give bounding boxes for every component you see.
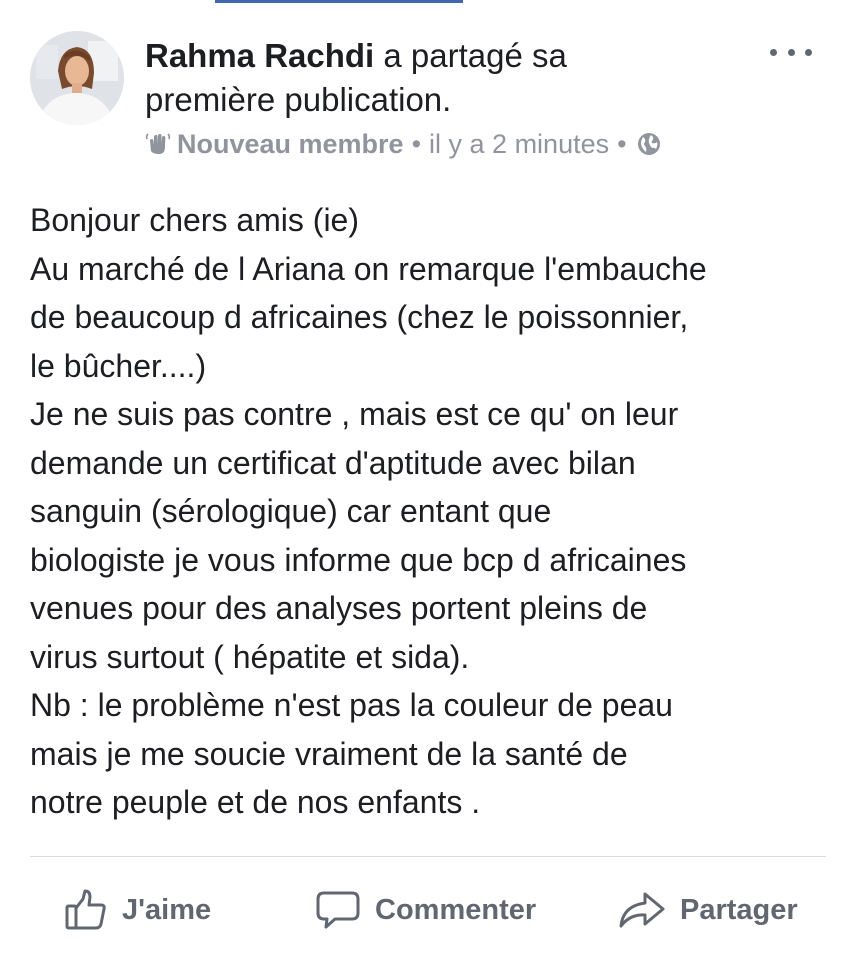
- author-name[interactable]: Rahma Rachdi: [145, 37, 374, 74]
- share-button[interactable]: Partager: [618, 880, 798, 940]
- more-options-icon-dot: [787, 48, 795, 56]
- post-text-line: demande un certificat d'aptitude avec bi…: [30, 444, 636, 481]
- post-timestamp[interactable]: il y a 2 minutes: [429, 129, 609, 160]
- post-text-line: de beaucoup d africaines (chez le poisso…: [30, 299, 689, 335]
- post-text-line: le bûcher....): [30, 347, 207, 384]
- post-meta: Nouveau membre • il y a 2 minutes •: [145, 126, 661, 162]
- post-text-line: virus surtout ( hépatite et sida).: [30, 638, 470, 675]
- post-body: Bonjour chers amis (ie) Au marché de l A…: [30, 196, 830, 827]
- globe-icon: [637, 133, 660, 155]
- post-header: Rahma Rachdi a partagé sa première publi…: [145, 34, 705, 122]
- more-options-icon-dot: [770, 48, 777, 56]
- comment-bubble-icon: [316, 891, 360, 929]
- new-member-badge: Nouveau membre: [177, 128, 404, 159]
- like-button[interactable]: J'aime: [64, 880, 211, 940]
- post-text-line: sanguin (sérologique) car entant que: [30, 493, 552, 529]
- share-label: Partager: [680, 893, 798, 926]
- meta-separator: •: [617, 128, 627, 159]
- more-options-icon-dot: [805, 48, 812, 56]
- top-tab-indicator: [215, 0, 463, 3]
- avatar[interactable]: [30, 31, 124, 125]
- comment-button[interactable]: Commenter: [315, 880, 536, 940]
- post-text-line: notre peuple et de nos enfants .: [30, 784, 481, 820]
- like-label: J'aime: [122, 893, 212, 926]
- actions-divider: [30, 856, 826, 857]
- thumbs-up-icon: [65, 889, 106, 930]
- post-action-bar: J'aime Commenter Partager: [0, 880, 854, 940]
- post-text-line: Bonjour chers amis (ie): [30, 202, 359, 238]
- wave-hand-icon: [145, 133, 171, 154]
- comment-label: Commenter: [375, 893, 537, 926]
- post-text-line: Je ne suis pas contre , mais est ce qu' …: [30, 396, 679, 432]
- post-text-line: Nb : le problème n'est pas la couleur de…: [30, 687, 673, 723]
- meta-separator: •: [411, 128, 422, 159]
- post-text-line: Au marché de l Ariana on remarque l'emba…: [30, 250, 707, 287]
- share-arrow-icon: [619, 892, 665, 928]
- avatar-image: [30, 31, 124, 125]
- post-text-line: biologiste je vous informe que bcp d afr…: [30, 541, 687, 578]
- more-options-button[interactable]: [766, 40, 816, 64]
- post-text-line: venues pour des analyses portent pleins …: [30, 590, 648, 626]
- post-text-line: mais je me soucie vraiment de la santé d…: [30, 735, 628, 772]
